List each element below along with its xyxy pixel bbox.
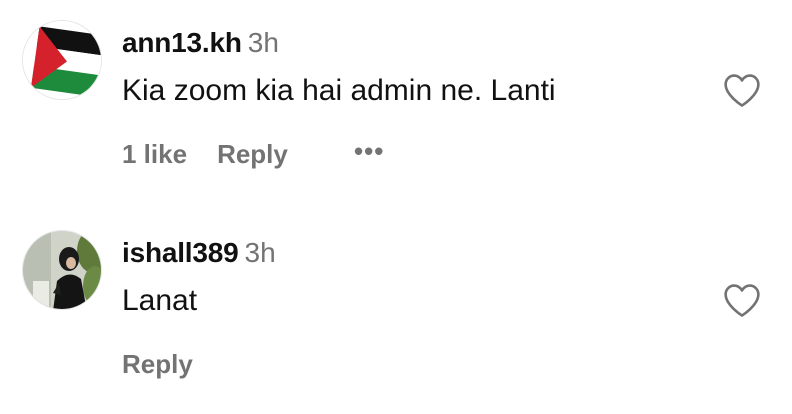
comment-item: ann13.kh 3h Kia zoom kia hai admin ne. La… [0, 0, 792, 190]
comment-actions: Reply [122, 349, 193, 380]
timestamp: 3h [244, 237, 276, 268]
comment-item: ishall389 3h Lanat Reply [0, 210, 792, 410]
more-options-button[interactable]: ••• [354, 136, 384, 167]
comment-header: ishall389 3h [122, 237, 276, 269]
heart-icon[interactable] [722, 72, 762, 108]
heart-icon[interactable] [722, 282, 762, 318]
like-count-button[interactable]: 1 like [122, 139, 187, 169]
reply-button[interactable]: Reply [122, 349, 193, 379]
avatar[interactable] [22, 20, 102, 100]
username[interactable]: ishall389 [122, 237, 239, 268]
comment-actions: 1 like Reply [122, 139, 288, 170]
comment-header: ann13.kh 3h [122, 27, 279, 59]
profile-photo-icon [23, 231, 101, 309]
palestine-flag-icon [23, 21, 101, 99]
avatar[interactable] [22, 230, 102, 310]
reply-button[interactable]: Reply [217, 139, 288, 169]
timestamp: 3h [247, 27, 279, 58]
username[interactable]: ann13.kh [122, 27, 242, 58]
comment-text: Kia zoom kia hai admin ne. Lanti [122, 74, 556, 107]
comment-text: Lanat [122, 284, 198, 317]
